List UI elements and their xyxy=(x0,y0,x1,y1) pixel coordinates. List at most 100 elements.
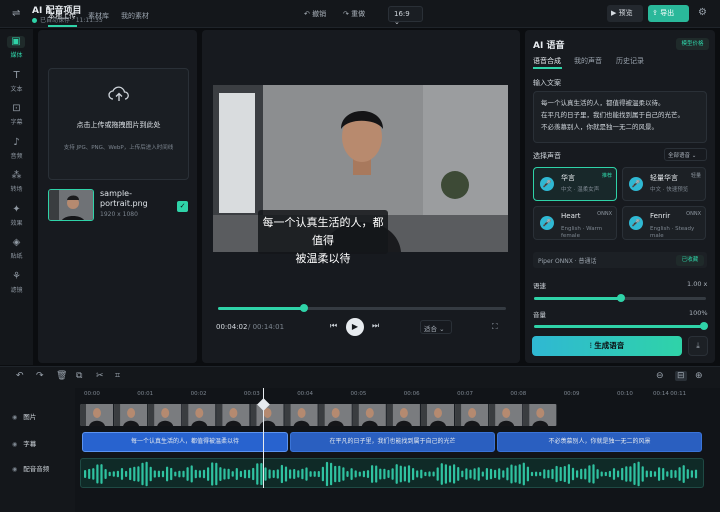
zoom-in-icon[interactable]: ⊕ xyxy=(695,371,703,381)
skip-back-icon[interactable]: ⏮ xyxy=(330,321,337,331)
sliders-icon[interactable]: ⇌ xyxy=(12,8,20,19)
image-icon: ▣ xyxy=(7,36,25,48)
image-track-clip[interactable] xyxy=(80,404,557,426)
tab-synthesis[interactable]: 语音合成 xyxy=(533,56,561,66)
volume-label: 音量 xyxy=(533,311,546,319)
generate-voice-button[interactable]: ⫶ 生成语音 xyxy=(532,336,682,356)
speed-label: 语速 xyxy=(533,282,546,290)
voice-tag: 轻量 xyxy=(690,173,701,179)
rail-item-1[interactable]: T 文本 xyxy=(0,67,33,97)
ruler-tick: 00:05 xyxy=(350,391,367,397)
cloud-upload-icon xyxy=(108,86,130,102)
redo-icon: ↷ xyxy=(343,10,352,18)
aspect-ratio-select[interactable]: 16:9 ⌄ xyxy=(388,6,423,26)
media-thumbnail[interactable] xyxy=(48,189,94,221)
tab-my-assets[interactable]: 我的素材 xyxy=(121,11,149,21)
preview-button[interactable]: ▶ 预览 xyxy=(607,5,643,22)
subtitle-segment[interactable]: 每一个认真生活的人，都值得被温柔以待 xyxy=(82,432,288,452)
ruler-tick: 00:14 xyxy=(653,391,669,397)
voice-card[interactable]: 🎤 轻量华言 中文 · 快速预览 轻量 xyxy=(622,167,706,201)
check-icon[interactable]: ✓ xyxy=(177,201,188,212)
chevron-down-icon: ⌄ xyxy=(437,325,445,333)
download-icon[interactable]: ⤓ xyxy=(688,336,708,356)
seek-handle[interactable] xyxy=(300,304,308,312)
subtitle-overlay[interactable]: 每一个认真生活的人，都值得 被温柔以待 xyxy=(258,210,388,265)
audio-track-clip[interactable] xyxy=(80,458,704,488)
filter-icon: ⚘ xyxy=(12,270,21,282)
ruler-tick: 00:09 xyxy=(563,391,580,397)
redo-button[interactable]: ↷ 重做 xyxy=(343,9,365,19)
mic-icon: 🎤 xyxy=(629,216,643,230)
transition-icon: ⁂ xyxy=(11,170,22,181)
subtitle-segment[interactable]: 不必羡慕别人，你就是独一无二的风景 xyxy=(497,432,702,452)
script-textarea[interactable]: 每一个认真生活的人，都值得被温柔以待。 在平凡的日子里，我们也能找到属于自己的光… xyxy=(533,91,707,143)
undo-icon[interactable]: ↶ xyxy=(16,371,24,381)
voice-card[interactable]: 🎤 Heart English · Warm female ONNX xyxy=(533,206,617,240)
fit-select[interactable]: 适合 ⌄ xyxy=(420,320,452,334)
mic-icon: 🎤 xyxy=(540,177,554,191)
redo-icon[interactable]: ↷ xyxy=(36,371,44,381)
rail-item-0[interactable]: ▣ 媒体 xyxy=(0,33,33,63)
file-name: sample-portrait.png xyxy=(100,189,148,208)
speed-slider-handle[interactable] xyxy=(617,294,625,302)
subtitle-toggle-icon[interactable]: ⊟ xyxy=(675,371,687,381)
undo-button[interactable]: ↶ 撤销 xyxy=(304,9,326,19)
voice-card[interactable]: 🎤 华言 中文 · 温柔女声 推荐 xyxy=(533,167,617,201)
seek-progress xyxy=(218,307,304,310)
volume-value: 100% xyxy=(689,309,708,317)
gear-icon[interactable]: ⚙ xyxy=(698,7,707,18)
crop-icon[interactable]: ⌗ xyxy=(115,371,120,381)
tab-history[interactable]: 历史记录 xyxy=(616,56,644,66)
text-line: 每一个认真生活的人，都值得被温柔以待。 xyxy=(541,99,665,107)
voice-desc: 中文 · 温柔女声 xyxy=(561,187,600,193)
subtitle-line: 被温柔以待 xyxy=(295,252,351,265)
zoom-out-icon[interactable]: ⊖ xyxy=(656,371,664,381)
copy-icon[interactable]: ⧉ xyxy=(76,371,82,381)
rail-item-4[interactable]: ⁂ 转场 xyxy=(0,167,33,197)
rail-item-2[interactable]: ⊡ 字幕 xyxy=(0,100,33,130)
volume-slider[interactable] xyxy=(534,325,706,328)
ruler-tick: 00:10 xyxy=(617,391,633,397)
timeline-toolbar xyxy=(0,366,720,388)
track-header-audio: ◉ 配音音频 xyxy=(12,465,50,473)
model-price-badge[interactable]: 模型价格 xyxy=(676,38,709,50)
ruler-tick: 00:06 xyxy=(403,391,420,397)
eye-icon[interactable]: ◉ xyxy=(12,414,17,421)
export-button[interactable]: ⇪ 导出 xyxy=(648,5,689,22)
voice-name: Fenrir xyxy=(650,212,671,220)
eye-icon[interactable]: ◉ xyxy=(12,441,17,448)
text-line: 不必羡慕别人，你就是独一无二的风景。 xyxy=(541,123,658,131)
tab-library[interactable]: 素材库 xyxy=(88,11,109,21)
tab-local-upload[interactable]: 本地上传 xyxy=(48,11,76,21)
play-button[interactable]: ▶ xyxy=(346,318,364,336)
sparkle-icon: ✦ xyxy=(12,203,21,215)
text-icon: T xyxy=(13,69,20,81)
rail-item-label: 转场 xyxy=(10,186,23,193)
scissors-icon[interactable]: ✂ xyxy=(96,371,104,381)
export-icon: ⇪ xyxy=(652,9,661,17)
voice-card[interactable]: 🎤 Fenrir English · Steady male ONNX xyxy=(622,206,706,240)
rail-item-5[interactable]: ✦ 效果 xyxy=(0,201,33,231)
subtitle-line: 每一个认真生活的人，都值得 xyxy=(262,216,384,247)
fullscreen-icon[interactable]: ⛶ xyxy=(492,322,498,332)
subtitle-segment[interactable]: 在平凡的日子里，我们也能找到属于自己的光芒 xyxy=(290,432,495,452)
tab-my-voice[interactable]: 我的声音 xyxy=(574,56,602,66)
ruler-tick: 00:04 xyxy=(297,391,314,397)
ruler-tick: 00:11 xyxy=(670,391,687,397)
upload-hint: 支持 JPG、PNG、WebP，上传后进入时间线 xyxy=(63,145,174,151)
ruler-tick: 00:02 xyxy=(190,391,207,397)
favorite-badge[interactable]: 已收藏 xyxy=(676,255,704,266)
ruler-tick: 00:00 xyxy=(84,391,100,397)
track-header-image: ◉ 图片 xyxy=(12,413,37,421)
rail-item-3[interactable]: ♪ 音频 xyxy=(0,134,33,164)
eye-icon[interactable]: ◉ xyxy=(12,466,17,473)
total-time: / 00:14:01 xyxy=(248,323,285,331)
skip-forward-icon[interactable]: ⏭ xyxy=(372,321,379,331)
track-header-subtitle: ◉ 字幕 xyxy=(12,440,37,448)
trash-icon[interactable]: 🗑 xyxy=(56,371,67,381)
volume-slider-handle[interactable] xyxy=(700,322,708,330)
voice-filter-select[interactable]: 全部语音 ⌄ xyxy=(664,148,707,161)
rail-item-6[interactable]: ◈ 贴纸 xyxy=(0,234,33,264)
voice-desc: 中文 · 快速预览 xyxy=(650,187,689,193)
rail-item-7[interactable]: ⚘ 滤镜 xyxy=(0,268,33,298)
